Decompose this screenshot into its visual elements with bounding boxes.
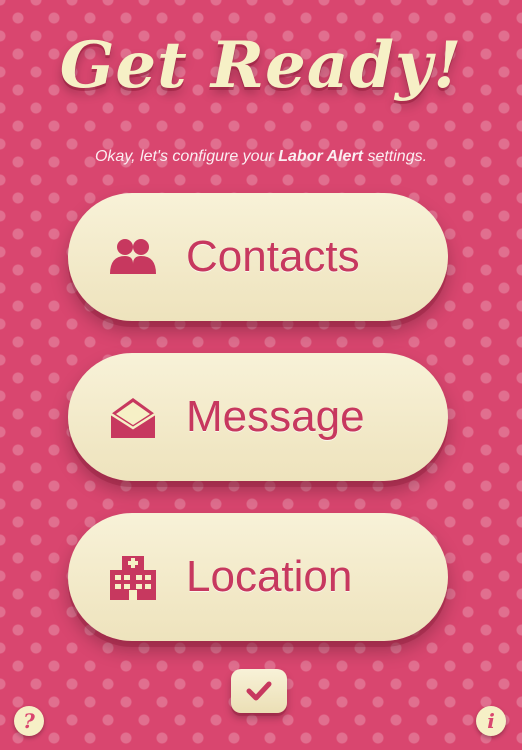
hospital-icon bbox=[110, 556, 156, 600]
subtitle: Okay, let's configure your Labor Alert s… bbox=[0, 148, 522, 166]
subtitle-app-name: Labor Alert bbox=[278, 148, 363, 165]
contacts-button[interactable]: Contacts bbox=[68, 193, 448, 321]
subtitle-prefix: Okay, let's configure your bbox=[94, 148, 279, 165]
help-button[interactable]: ? bbox=[14, 706, 44, 736]
location-label: Location bbox=[186, 552, 353, 601]
contacts-label: Contacts bbox=[186, 232, 360, 281]
people-icon bbox=[110, 239, 156, 274]
page-title: Get Ready! bbox=[59, 28, 463, 103]
message-label: Message bbox=[186, 392, 365, 441]
envelope-icon bbox=[110, 398, 156, 438]
subtitle-suffix: settings. bbox=[363, 148, 428, 165]
message-button[interactable]: Message bbox=[68, 353, 448, 481]
done-button[interactable] bbox=[231, 669, 287, 713]
info-button[interactable]: i bbox=[476, 706, 506, 736]
location-button[interactable]: Location bbox=[68, 513, 448, 641]
checkmark-icon bbox=[246, 681, 272, 701]
